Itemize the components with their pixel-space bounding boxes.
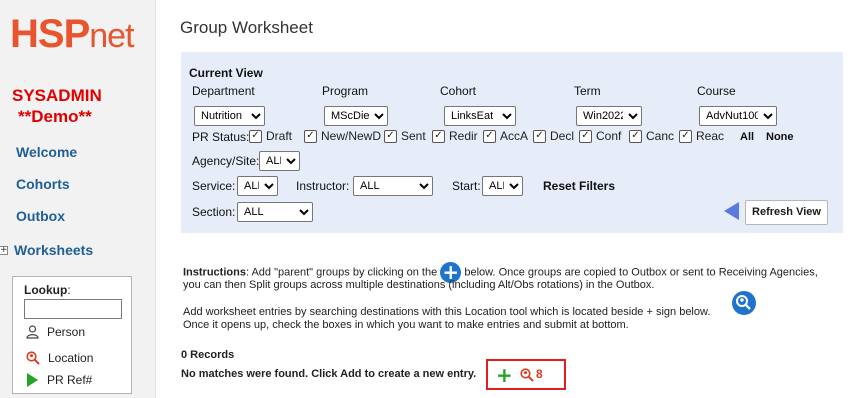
course-select[interactable]: AdvNut100 <box>699 106 777 126</box>
add-actions-box: + 8 <box>486 359 566 390</box>
nav-outbox[interactable]: Outbox <box>16 208 65 224</box>
instructions-line-2: you can then Split groups across multipl… <box>183 279 655 291</box>
service-select[interactable]: ALL <box>237 176 278 196</box>
instructor-label: Instructor: <box>296 179 350 193</box>
instructions-line-4: Once it opens up, check the boxes in whi… <box>183 319 629 331</box>
checkbox-checked-icon[interactable]: ✓ <box>533 129 546 143</box>
lookup-panel: Lookup: Person Location PR Ref# <box>12 276 132 394</box>
pr-status-label: PR Status: <box>192 130 250 144</box>
start-select[interactable]: ALL <box>482 176 523 196</box>
person-icon <box>26 325 39 339</box>
add-entry-plus-icon[interactable]: + <box>496 363 513 387</box>
status-redir[interactable]: ✓ Redir <box>432 129 478 143</box>
expand-plus-icon[interactable]: + <box>0 246 8 255</box>
select-none-link[interactable]: None <box>766 131 794 143</box>
cohort-label: Cohort <box>440 84 477 98</box>
checkbox-checked-icon[interactable]: ✓ <box>629 129 642 143</box>
arrow-left-icon <box>724 202 739 220</box>
lookup-pr-ref-option[interactable]: PR Ref# <box>26 373 92 387</box>
section-select[interactable]: ALL <box>237 202 313 222</box>
logo-text-suffix: net <box>89 17 134 55</box>
page-title: Group Worksheet <box>180 18 313 37</box>
play-icon <box>27 373 38 387</box>
section-label: Section: <box>192 205 236 219</box>
hspnet-logo[interactable]: HSPnet <box>10 12 135 56</box>
service-label: Service: <box>192 179 236 193</box>
lookup-title: Lookup: <box>24 283 71 297</box>
start-label: Start: <box>452 179 481 193</box>
term-select[interactable]: Win2022 <box>576 106 642 126</box>
location-count: 8 <box>536 367 543 381</box>
nav-worksheets[interactable]: Worksheets <box>14 242 93 258</box>
refresh-view-button[interactable]: Refresh View <box>745 200 828 225</box>
reset-filters-link[interactable]: Reset Filters <box>543 179 615 193</box>
term-label: Term <box>574 84 601 98</box>
checkbox-checked-icon[interactable]: ✓ <box>483 129 496 143</box>
nav-cohorts[interactable]: Cohorts <box>16 176 70 192</box>
checkbox-checked-icon[interactable]: ✓ <box>304 129 317 143</box>
department-select[interactable]: Nutrition <box>194 106 265 126</box>
agency-site-select[interactable]: ALL <box>259 151 300 171</box>
nav-welcome[interactable]: Welcome <box>16 144 77 160</box>
checkbox-checked-icon[interactable]: ✓ <box>384 129 397 143</box>
status-sent[interactable]: ✓ Sent <box>384 129 426 143</box>
sidebar: HSPnet SYSADMIN **Demo** Welcome Cohorts… <box>0 0 156 398</box>
records-count: 0 Records <box>181 349 235 361</box>
course-label: Course <box>697 84 736 98</box>
location-search-icon[interactable] <box>520 368 534 382</box>
cohort-select[interactable]: LinksEat <box>444 106 516 126</box>
select-all-link[interactable]: All <box>740 131 754 143</box>
checkbox-checked-icon[interactable]: ✓ <box>249 129 262 143</box>
current-view-title: Current View <box>189 66 263 80</box>
logo-text-p: P <box>63 12 91 56</box>
lookup-person-label: Person <box>47 325 86 339</box>
checkbox-checked-icon[interactable]: ✓ <box>679 129 692 143</box>
location-search-icon <box>26 351 40 365</box>
checkbox-checked-icon[interactable]: ✓ <box>579 129 592 143</box>
program-label: Program <box>322 84 369 98</box>
department-label: Department <box>192 84 255 98</box>
lookup-input[interactable] <box>24 299 122 319</box>
checkbox-checked-icon[interactable]: ✓ <box>432 129 445 143</box>
demo-label: **Demo** <box>18 107 92 126</box>
lookup-location-label: Location <box>48 351 94 365</box>
instructions-label: Instructions <box>183 266 246 279</box>
no-match-message: No matches were found. Click Add to crea… <box>181 368 477 380</box>
lookup-pr-ref-label: PR Ref# <box>47 373 93 387</box>
agency-site-label: Agency/Site: <box>192 154 260 168</box>
status-acca[interactable]: ✓ AccA <box>483 129 528 143</box>
instructor-select[interactable]: ALL <box>353 176 433 196</box>
logo-text-prefix: HS <box>10 12 65 56</box>
lookup-person-option[interactable]: Person <box>26 325 85 339</box>
status-conf[interactable]: ✓ Conf <box>579 129 621 143</box>
lookup-location-option[interactable]: Location <box>26 351 93 365</box>
status-reac[interactable]: ✓ Reac <box>679 129 724 143</box>
location-tool-icon <box>732 291 756 315</box>
current-view-panel: Current View Department Nutrition Progra… <box>181 52 843 233</box>
status-draft[interactable]: ✓ Draft <box>249 129 292 143</box>
status-canc[interactable]: ✓ Canc <box>629 129 674 143</box>
user-role: SYSADMIN <box>12 86 102 105</box>
program-select[interactable]: MScDiet <box>324 106 388 126</box>
status-new[interactable]: ✓ New/NewD <box>304 129 381 143</box>
status-decl[interactable]: ✓ Decl <box>533 129 574 143</box>
